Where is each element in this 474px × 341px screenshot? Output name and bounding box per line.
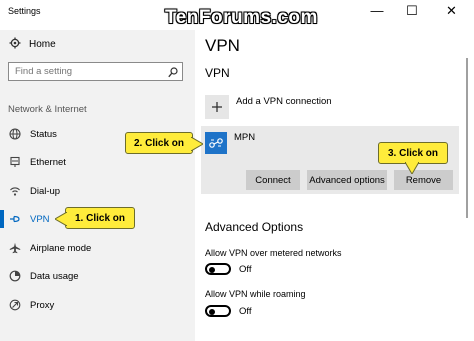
proxy-icon: [8, 299, 22, 311]
metered-toggle-state: Off: [239, 264, 252, 275]
callout-step-2: 2. Click on: [125, 132, 203, 154]
sidebar-item-home[interactable]: Home: [8, 36, 56, 52]
airplane-icon: [8, 242, 22, 254]
roaming-toggle-state: Off: [239, 306, 252, 317]
callout-text: 1. Click on: [74, 212, 125, 224]
close-button[interactable]: ✕: [429, 0, 474, 24]
callout-step-3: 3. Click on: [378, 142, 448, 174]
sidebar-item-label: Dial-up: [30, 185, 61, 197]
add-vpn-label[interactable]: Add a VPN connection: [236, 96, 332, 107]
active-indicator: [0, 210, 4, 228]
sidebar-item-ethernet[interactable]: Ethernet: [8, 152, 188, 172]
connect-button[interactable]: Connect: [246, 170, 300, 190]
dialup-icon: [8, 185, 22, 197]
search-box[interactable]: [8, 62, 183, 81]
search-icon[interactable]: [168, 65, 178, 78]
callout-arrow: [191, 137, 203, 151]
add-vpn-connection[interactable]: Add a VPN connection: [205, 92, 435, 122]
toggle-knob: [209, 309, 215, 315]
title-bar: Settings TenForums.com — ☐ ✕: [0, 0, 474, 30]
gear-icon: [8, 37, 22, 52]
toggle-knob: [209, 267, 215, 273]
roaming-toggle[interactable]: [205, 305, 231, 317]
advanced-options-button[interactable]: Advanced options: [307, 170, 387, 190]
plus-icon[interactable]: [205, 95, 229, 119]
sidebar-item-label: Ethernet: [30, 156, 66, 168]
callout-text: 2. Click on: [133, 137, 184, 149]
globe-icon: [8, 128, 22, 140]
page-title: VPN: [205, 36, 240, 55]
data-usage-icon: [8, 270, 22, 282]
sidebar: Home Network & Internet Status Ethernet …: [0, 30, 195, 341]
sidebar-item-label: Data usage: [30, 270, 79, 282]
vpn-icon: [8, 213, 22, 225]
window-title: Settings: [8, 6, 41, 16]
scrollbar[interactable]: [466, 58, 468, 218]
maximize-button[interactable]: ☐: [395, 0, 429, 24]
minimize-button[interactable]: —: [360, 0, 394, 24]
sidebar-item-proxy[interactable]: Proxy: [8, 295, 188, 315]
remove-button[interactable]: Remove: [394, 170, 453, 190]
callout-text: 3. Click on: [387, 147, 438, 159]
watermark: TenForums.com: [165, 7, 318, 28]
sidebar-item-label: Proxy: [30, 299, 55, 311]
callout-arrow: [405, 162, 419, 174]
metered-option-label: Allow VPN over metered networks: [205, 248, 342, 258]
sidebar-item-data-usage[interactable]: Data usage: [8, 266, 188, 286]
sidebar-item-airplane-mode[interactable]: Airplane mode: [8, 238, 188, 258]
section-title: VPN: [205, 66, 230, 80]
sidebar-item-label: Home: [29, 38, 56, 50]
callout-step-1: 1. Click on: [55, 207, 135, 229]
sidebar-item-label: Airplane mode: [30, 242, 92, 254]
ethernet-icon: [8, 156, 22, 168]
sidebar-item-label: VPN: [30, 213, 50, 225]
roaming-option-label: Allow VPN while roaming: [205, 289, 306, 299]
sidebar-item-label: Status: [30, 128, 57, 140]
vpn-connection-name: MPN: [234, 132, 256, 143]
metered-toggle[interactable]: [205, 263, 231, 275]
advanced-options-heading: Advanced Options: [205, 220, 304, 234]
sidebar-item-dial-up[interactable]: Dial-up: [8, 181, 188, 201]
vpn-connection-icon: [205, 132, 227, 154]
search-input[interactable]: [9, 63, 159, 80]
callout-arrow: [55, 212, 67, 226]
main-content: VPN VPN Add a VPN connection MPN Connect…: [195, 30, 474, 341]
section-heading: Network & Internet: [8, 104, 87, 115]
